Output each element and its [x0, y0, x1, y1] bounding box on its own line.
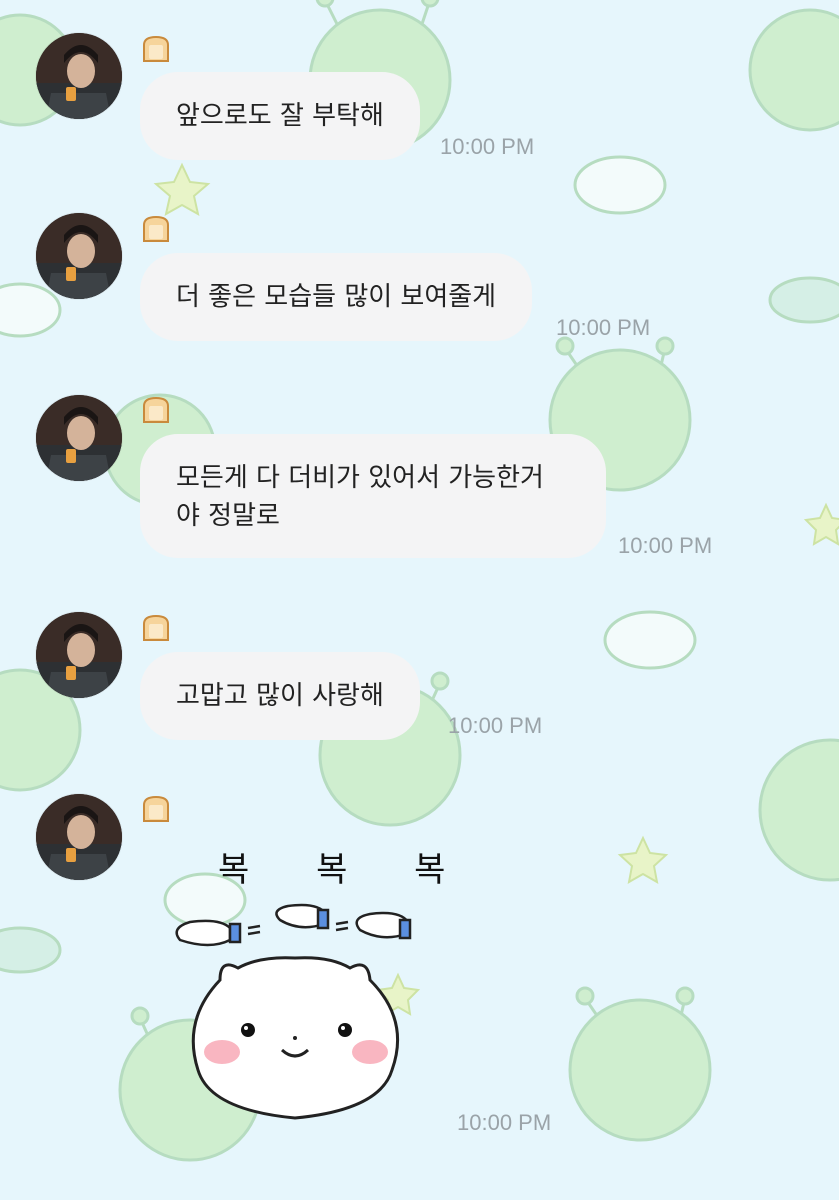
message-timestamp: 10:00 PM — [448, 713, 543, 738]
profile-photo-icon — [36, 794, 122, 880]
bread-icon — [143, 35, 169, 62]
sticker-timestamp: 10:00 PM — [457, 1110, 552, 1135]
bread-icon — [143, 396, 169, 423]
bunny-pat-sticker-icon[interactable] — [160, 840, 430, 1140]
avatar[interactable] — [36, 33, 122, 119]
message-bubble[interactable]: 모든게 다 더비가 있어서 가능한거 야 정말로 — [140, 434, 606, 558]
bread-icon — [143, 795, 169, 822]
avatar[interactable] — [36, 612, 122, 698]
profile-photo-icon — [36, 33, 122, 119]
message-bubble[interactable]: 앞으로도 잘 부탁해 — [140, 72, 420, 160]
message-bubble[interactable]: 고맙고 많이 사랑해 — [140, 652, 420, 740]
profile-photo-icon — [36, 213, 122, 299]
message-timestamp: 10:00 PM — [440, 134, 535, 159]
avatar[interactable] — [36, 213, 122, 299]
message-timestamp: 10:00 PM — [618, 533, 713, 558]
avatar[interactable] — [36, 395, 122, 481]
message-timestamp: 10:00 PM — [556, 315, 651, 340]
profile-photo-icon — [36, 612, 122, 698]
message-bubble[interactable]: 더 좋은 모습들 많이 보여줄게 — [140, 253, 533, 341]
avatar[interactable] — [36, 794, 122, 880]
bread-icon — [143, 614, 169, 641]
profile-photo-icon — [36, 395, 122, 481]
bread-icon — [143, 215, 169, 242]
